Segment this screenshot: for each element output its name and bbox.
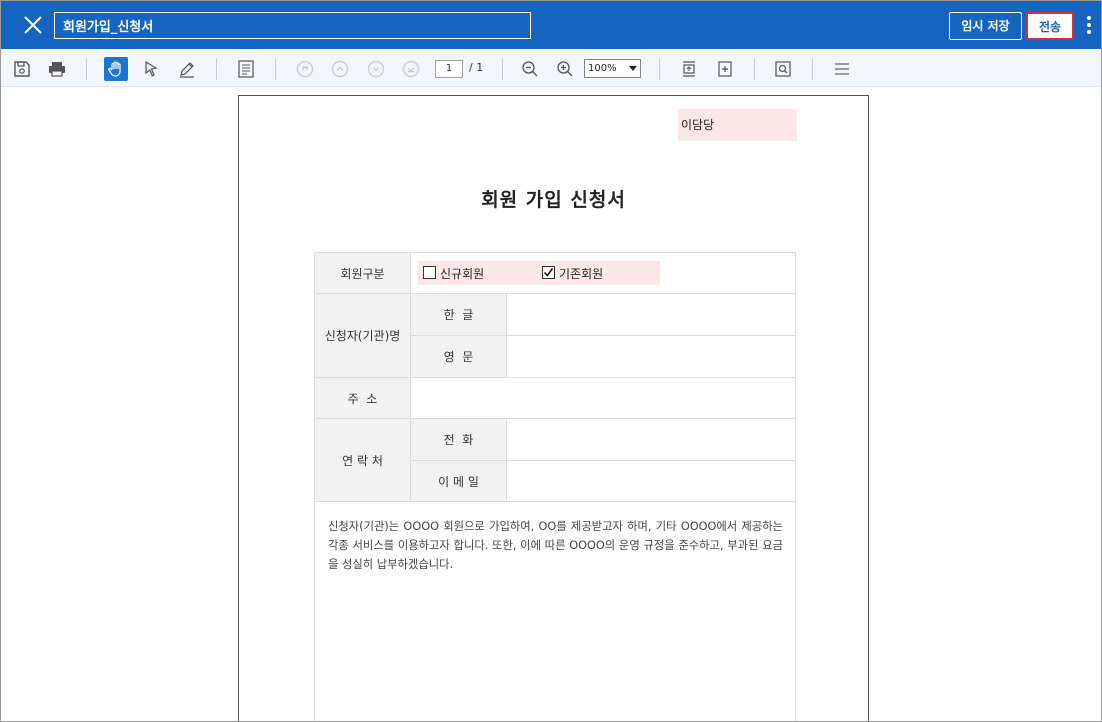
find-icon[interactable]: [771, 57, 795, 81]
close-icon[interactable]: [21, 13, 45, 37]
zoom-out-icon[interactable]: [518, 57, 542, 81]
existing-member-label: 기존회원: [559, 267, 604, 281]
print-icon[interactable]: [45, 57, 69, 81]
toolbar-divider: [275, 58, 276, 80]
existing-member-checkbox[interactable]: [542, 266, 555, 279]
form-icon[interactable]: [234, 57, 258, 81]
new-member-label: 신규회원: [440, 267, 485, 281]
english-name-input[interactable]: [506, 335, 796, 378]
toolbar-divider: [754, 58, 755, 80]
last-page-icon[interactable]: [399, 57, 423, 81]
send-button[interactable]: 전송: [1026, 12, 1074, 40]
header-bar: 임시 저장 전송: [1, 1, 1101, 49]
more-options-icon[interactable]: [1081, 15, 1097, 37]
address-label: 주 소: [314, 377, 411, 419]
zoom-in-icon[interactable]: [553, 57, 577, 81]
first-page-icon[interactable]: [293, 57, 317, 81]
viewer-toolbar: [1, 49, 1101, 87]
document-title-input[interactable]: [54, 12, 531, 39]
select-arrow-icon[interactable]: [139, 57, 163, 81]
toolbar-divider: [86, 58, 87, 80]
toolbar-divider: [502, 58, 503, 80]
agreement-text: 신청자(기관)는 OOOO 회원으로 가입하여, OO를 제공받고자 하며, 기…: [328, 520, 783, 571]
hand-tool-icon[interactable]: [104, 57, 128, 81]
toolbar-divider: [659, 58, 660, 80]
document-heading: 회원 가입 신청서: [481, 189, 626, 211]
page-total-label: / 1: [469, 61, 484, 74]
prev-page-icon[interactable]: [328, 57, 352, 81]
korean-name-input[interactable]: [506, 293, 796, 336]
zoom-value: 100%: [588, 63, 617, 74]
checkmark-icon: [543, 268, 554, 277]
zoom-select[interactable]: 100%: [584, 59, 641, 78]
temp-save-button[interactable]: 임시 저장: [949, 12, 1022, 40]
member-type-label: 회원구분: [314, 252, 411, 294]
new-member-checkbox[interactable]: [423, 266, 436, 279]
toolbar-divider: [216, 58, 217, 80]
next-page-icon[interactable]: [364, 57, 388, 81]
pen-icon[interactable]: [175, 57, 199, 81]
address-input[interactable]: [410, 377, 796, 419]
phone-label: 전 화: [410, 418, 507, 461]
phone-input[interactable]: [506, 418, 796, 461]
fit-page-icon[interactable]: [677, 57, 701, 81]
save-icon[interactable]: [10, 57, 34, 81]
applicant-label: 신청자(기관)명: [314, 293, 411, 378]
menu-icon[interactable]: [830, 57, 854, 81]
chevron-down-icon: [629, 66, 637, 71]
fit-width-icon[interactable]: [713, 57, 737, 81]
app-window: 임시 저장 전송: [0, 0, 1102, 722]
email-input[interactable]: [506, 460, 796, 502]
email-label: 이 메 일: [410, 460, 507, 502]
contact-label: 연 락 처: [314, 418, 411, 502]
assignee-field[interactable]: 이담당: [678, 109, 797, 141]
english-name-label: 영 문: [410, 335, 507, 378]
korean-name-label: 한 글: [410, 293, 507, 336]
toolbar-divider: [812, 58, 813, 80]
page-number-input[interactable]: 1: [435, 60, 463, 78]
